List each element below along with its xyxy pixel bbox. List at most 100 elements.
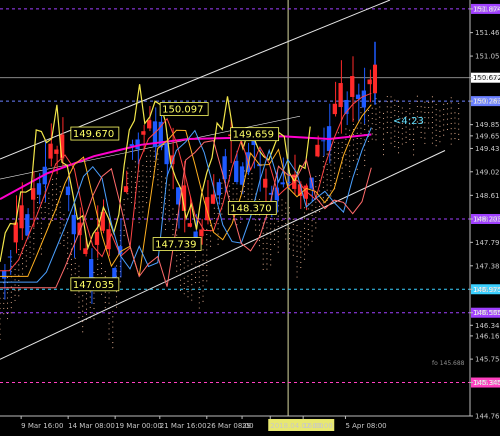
cloud-dot <box>48 213 50 215</box>
cloud-dot <box>70 269 72 271</box>
candle-body <box>350 76 355 97</box>
cloud-dot <box>228 195 230 197</box>
cloud-dot <box>398 131 400 133</box>
cloud-dot <box>168 215 170 217</box>
cloud-dot <box>22 273 24 275</box>
cloud-dot <box>206 259 208 261</box>
cloud-dot <box>409 139 411 141</box>
cloud-dot <box>334 152 336 154</box>
cloud-dot <box>446 103 448 105</box>
cloud-dot <box>194 271 197 273</box>
cloud-dot <box>37 207 39 209</box>
annotation-label: 149.670 <box>73 129 114 140</box>
cloud-dot <box>345 138 347 140</box>
cloud-dot <box>104 301 106 304</box>
cloud-dot <box>100 273 103 275</box>
cloud-dot <box>25 260 27 262</box>
cloud-dot <box>168 184 170 186</box>
cloud-dot <box>458 118 460 120</box>
cloud-dot <box>213 207 215 209</box>
cloud-dot <box>386 121 388 123</box>
cloud-dot <box>398 152 400 154</box>
cloud-dot <box>288 232 291 235</box>
cloud-dot <box>183 257 185 259</box>
cloud-dot <box>25 245 27 247</box>
cloud-dot <box>296 266 298 268</box>
cloud-dot <box>40 212 42 214</box>
cloud-dot <box>70 274 72 276</box>
cloud-dot <box>334 146 336 149</box>
cloud-dot <box>179 284 182 286</box>
cloud-dot <box>341 177 343 179</box>
cloud-dot <box>311 214 313 217</box>
cloud-dot <box>157 179 159 181</box>
cloud-dot <box>131 196 133 198</box>
cloud-dot <box>187 291 189 293</box>
cloud-dot <box>25 265 27 267</box>
cloud-dot <box>18 290 20 292</box>
cloud-dot <box>112 331 114 333</box>
time-tick-label: 2018.04.02 00:00 <box>270 422 332 430</box>
cloud-dot <box>104 276 106 278</box>
cloud-dot <box>360 122 362 124</box>
candle-body <box>338 83 343 108</box>
cloud-dot <box>270 228 272 230</box>
cloud-dot <box>345 164 347 166</box>
cloud-dot <box>277 225 279 228</box>
cloud-dot <box>44 211 46 214</box>
cloud-dot <box>296 271 298 273</box>
cloud-dot <box>435 114 437 116</box>
cloud-dot <box>304 248 306 250</box>
cloud-dot <box>431 116 433 118</box>
cloud-dot <box>127 198 129 200</box>
cloud-dot <box>33 232 35 235</box>
cloud-dot <box>18 274 20 276</box>
cloud-dot <box>157 163 159 165</box>
cloud-dot <box>74 273 76 275</box>
cloud-dot <box>55 193 57 195</box>
cloud-dot <box>123 204 125 206</box>
cloud-dot <box>138 201 140 203</box>
cloud-dot <box>25 250 27 252</box>
cloud-dot <box>74 268 76 270</box>
cloud-dot <box>304 212 306 214</box>
cloud-dot <box>78 317 80 319</box>
cloud-dot <box>247 188 249 190</box>
cloud-dot <box>450 138 452 140</box>
cloud-dot <box>172 229 174 231</box>
cloud-dot <box>446 123 448 125</box>
cloud-dot <box>251 193 253 195</box>
time-tick-label: 9 Mar 16:00 <box>21 422 63 430</box>
cloud-dot <box>134 176 136 178</box>
cloud-dot <box>55 178 57 180</box>
cloud-dot <box>435 119 437 121</box>
candle-body <box>54 149 59 154</box>
cloud-dot <box>116 306 118 308</box>
cloud-dot <box>138 170 140 172</box>
cloud-dot <box>371 117 373 120</box>
cloud-dot <box>262 243 264 245</box>
cloud-dot <box>371 128 373 130</box>
candle-body <box>94 231 100 245</box>
cloud-dot <box>382 133 385 135</box>
cloud-dot <box>149 165 151 167</box>
cloud-dot <box>266 242 268 244</box>
cloud-dot <box>198 307 200 309</box>
cloud-dot <box>375 128 377 131</box>
cloud-dot <box>401 128 403 130</box>
cloud-dot <box>236 219 238 221</box>
cloud-dot <box>104 291 106 293</box>
cloud-dot <box>360 143 362 145</box>
cloud-dot <box>352 149 354 151</box>
cloud-dot <box>202 249 204 251</box>
cloud-dot <box>146 191 148 193</box>
cloud-dot <box>428 106 430 109</box>
cloud-dot <box>345 154 347 156</box>
cloud-dot <box>142 201 144 203</box>
cloud-dot <box>191 284 193 286</box>
cloud-dot <box>161 212 163 214</box>
cloud-dot <box>191 279 193 281</box>
cloud-dot <box>142 211 144 213</box>
cloud-dot <box>251 198 253 201</box>
cloud-dot <box>296 225 298 227</box>
